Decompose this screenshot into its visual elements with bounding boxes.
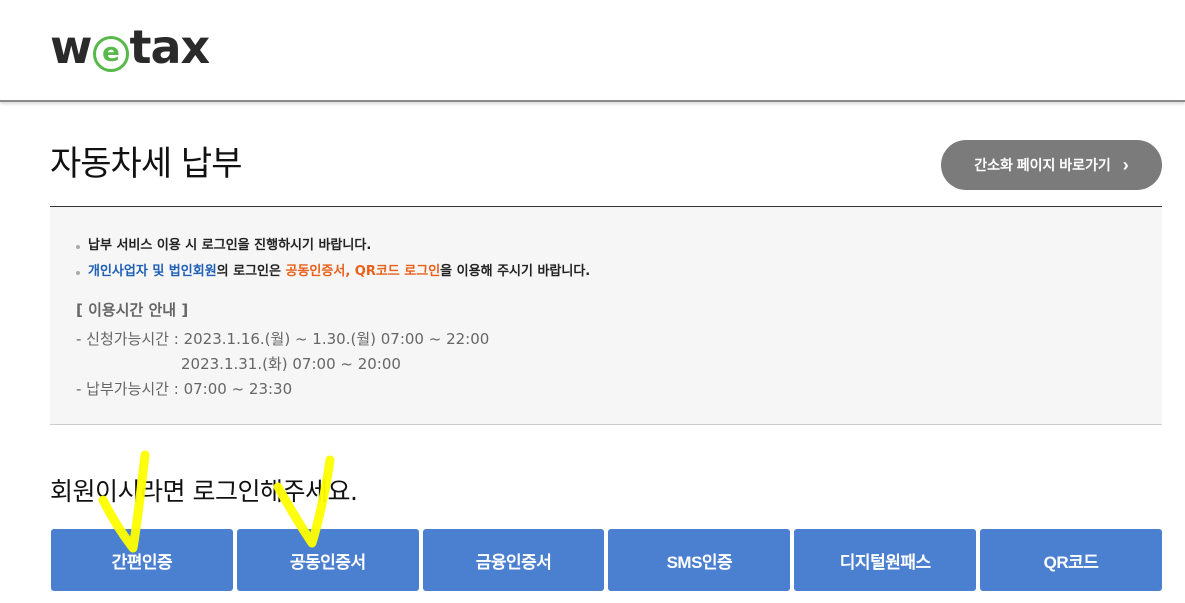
business-member-text: 개인사업자 및 법인회원 — [88, 264, 217, 279]
simple-page-button[interactable]: 간소화 페이지 바로가기 › — [941, 140, 1162, 190]
apply-time-row-2: 2023.1.31.(화) 07:00 ~ 20:00 — [181, 355, 401, 373]
pay-time-row: - 납부가능시간 : 07:00 ~ 23:30 — [76, 380, 293, 398]
cert-login-text: 공동인증서, QR코드 로그인 — [285, 264, 441, 279]
notice-bullet-login: 납부 서비스 이용 시 로그인을 진행하시기 바랍니다. — [74, 233, 590, 259]
hours-info: - 신청가능시간 : 2023.1.16.(월) ~ 1.30.(월) 07:0… — [76, 327, 489, 402]
login-prompt: 회원이시라면 로그인해주세요. — [50, 477, 358, 506]
hours-title: [ 이용시간 안내 ] — [76, 301, 189, 319]
logo-text-w: w — [50, 20, 92, 74]
qr-code-button[interactable]: QR코드 — [980, 529, 1162, 591]
simple-page-button-label: 간소화 페이지 바로가기 — [974, 157, 1111, 173]
auth-method-row: 간편인증 공동인증서 금융인증서 SMS인증 디지털원패스 QR코드 — [51, 529, 1162, 591]
digital-onepass-button[interactable]: 디지털원패스 — [794, 529, 977, 591]
joint-certificate-button[interactable]: 공동인증서 — [236, 529, 419, 591]
logo-e-circle: e — [92, 36, 129, 72]
chevron-right-icon: › — [1122, 154, 1129, 175]
sms-auth-button[interactable]: SMS인증 — [608, 529, 791, 591]
logo-text-tax: tax — [129, 20, 211, 74]
notice-bullets: 납부 서비스 이용 시 로그인을 진행하시기 바랍니다. 개인사업자 및 법인회… — [74, 233, 590, 285]
notice-box: 납부 서비스 이용 시 로그인을 진행하시기 바랍니다. 개인사업자 및 법인회… — [50, 206, 1162, 425]
apply-time-row: - 신청가능시간 : 2023.1.16.(월) ~ 1.30.(월) 07:0… — [76, 330, 490, 348]
site-header: w e tax — [0, 0, 1185, 102]
page-title: 자동차세 납부 — [50, 144, 242, 184]
simple-auth-button[interactable]: 간편인증 — [51, 529, 233, 591]
wetax-logo[interactable]: w e tax — [50, 20, 211, 74]
notice-bullet-business: 개인사업자 및 법인회원의 로그인은 공동인증서, QR코드 로그인을 이용해 … — [74, 259, 590, 285]
financial-certificate-button[interactable]: 금융인증서 — [422, 529, 605, 591]
